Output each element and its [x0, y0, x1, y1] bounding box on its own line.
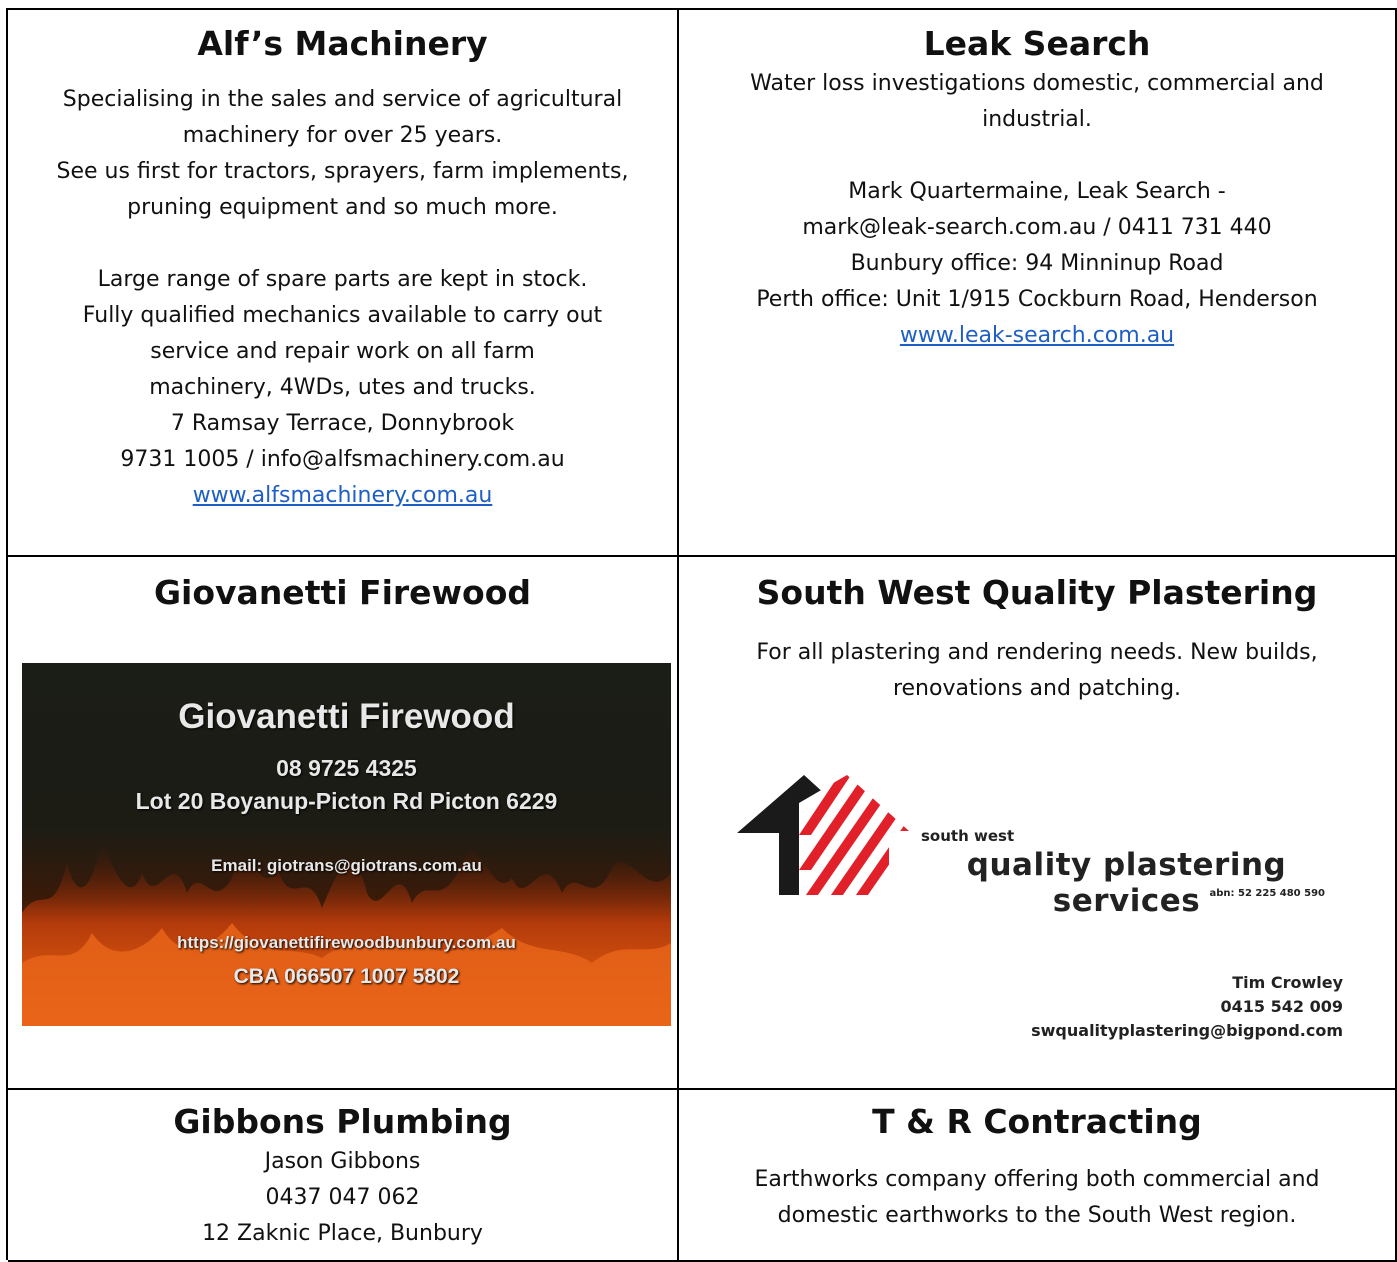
alfs-line: Specialising in the sales and service of…: [62, 87, 623, 112]
alfs-contact: 9731 1005 / info@alfsmachinery.com.au: [120, 447, 565, 472]
leak-line: Mark Quartermaine, Leak Search -: [848, 179, 1226, 204]
plastering-contact: Tim Crowley 0415 542 009 swqualityplaste…: [1031, 971, 1343, 1043]
business-directory-table: Alf’s Machinery Specialising in the sale…: [6, 8, 1397, 1262]
tr-description: Earthworks company offering both commerc…: [679, 1162, 1395, 1234]
house-logo-icon: [737, 775, 909, 895]
leak-details: Mark Quartermaine, Leak Search - mark@le…: [679, 174, 1395, 354]
gibbons-title: Gibbons Plumbing: [173, 1102, 512, 1141]
contact-phone: 0415 542 009: [1220, 997, 1343, 1016]
card-email: Email: giotrans@giotrans.com.au: [211, 856, 482, 875]
card-phone: 08 9725 4325: [276, 755, 417, 781]
gibbons-phone: 0437 047 062: [265, 1185, 420, 1210]
leak-website-link[interactable]: www.leak-search.com.au: [900, 323, 1174, 348]
tr-contracting-cell: T & R Contracting Earthworks company off…: [679, 1090, 1397, 1262]
alfs-details: Large range of spare parts are kept in s…: [8, 262, 677, 514]
plastering-line: renovations and patching.: [892, 676, 1182, 701]
logo-abn: abn: 52 225 480 590: [1209, 888, 1326, 899]
alfs-line: Fully qualified mechanics available to c…: [82, 303, 603, 328]
contact-name: Tim Crowley: [1232, 973, 1343, 992]
tr-line: domestic earthworks to the South West re…: [777, 1203, 1297, 1228]
giovanetti-title: Giovanetti Firewood: [153, 573, 532, 612]
alfs-line: service and repair work on all farm: [150, 339, 535, 364]
alfs-machinery-cell: Alf’s Machinery Specialising in the sale…: [8, 10, 679, 557]
plastering-description: For all plastering and rendering needs. …: [679, 635, 1395, 707]
leak-contact: mark@leak-search.com.au / 0411 731 440: [802, 215, 1272, 240]
leak-line: industrial.: [982, 107, 1092, 132]
card-bank: CBA 066507 1007 5802: [233, 965, 460, 988]
contact-email: swqualityplastering@bigpond.com: [1031, 1021, 1343, 1040]
logo-small-text: south west: [921, 827, 1015, 845]
leak-search-cell: Leak Search Water loss investigations do…: [679, 10, 1397, 557]
logo-main-text: quality plastering services: [966, 847, 1287, 919]
tr-line: Earthworks company offering both commerc…: [754, 1167, 1320, 1192]
plastering-cell: South West Quality Plastering For all pl…: [679, 557, 1397, 1090]
leak-line: Water loss investigations domestic, comm…: [750, 71, 1324, 96]
alfs-description: Specialising in the sales and service of…: [8, 82, 677, 226]
card-business-name: Giovanetti Firewood: [178, 697, 515, 736]
alfs-line: machinery, 4WDs, utes and trucks.: [149, 375, 536, 400]
leak-title: Leak Search: [923, 24, 1151, 63]
alfs-title: Alf’s Machinery: [197, 24, 488, 63]
plastering-logo: south west quality plastering services a…: [729, 775, 1349, 919]
plastering-title: South West Quality Plastering: [756, 573, 1318, 612]
gibbons-cell: Gibbons Plumbing Jason Gibbons 0437 047 …: [8, 1090, 679, 1262]
alfs-line: See us first for tractors, sprayers, far…: [56, 159, 629, 184]
gibbons-address: 12 Zaknic Place, Bunbury: [202, 1221, 483, 1246]
card-url: https://giovanettifirewoodbunbury.com.au: [177, 933, 516, 952]
giovanetti-cell: Giovanetti Firewood Giovanetti Firewood …: [8, 557, 679, 1090]
alfs-website-link[interactable]: www.alfsmachinery.com.au: [193, 483, 493, 508]
tr-title: T & R Contracting: [872, 1102, 1202, 1141]
gibbons-details: Jason Gibbons 0437 047 062 12 Zaknic Pla…: [8, 1144, 677, 1252]
leak-perth-office: Perth office: Unit 1/915 Cockburn Road, …: [756, 287, 1318, 312]
alfs-line: pruning equipment and so much more.: [127, 195, 558, 220]
leak-bunbury-office: Bunbury office: 94 Minninup Road: [850, 251, 1224, 276]
alfs-line: Large range of spare parts are kept in s…: [97, 267, 588, 292]
alfs-line: machinery for over 25 years.: [182, 123, 503, 148]
card-address: Lot 20 Boyanup-Picton Rd Picton 6229: [135, 788, 558, 814]
leak-description: Water loss investigations domestic, comm…: [679, 66, 1395, 138]
giovanetti-business-card: Giovanetti Firewood 08 9725 4325 Lot 20 …: [22, 663, 671, 1026]
alfs-address: 7 Ramsay Terrace, Donnybrook: [170, 411, 515, 436]
gibbons-contact-name: Jason Gibbons: [264, 1149, 421, 1174]
plastering-line: For all plastering and rendering needs. …: [756, 640, 1318, 665]
